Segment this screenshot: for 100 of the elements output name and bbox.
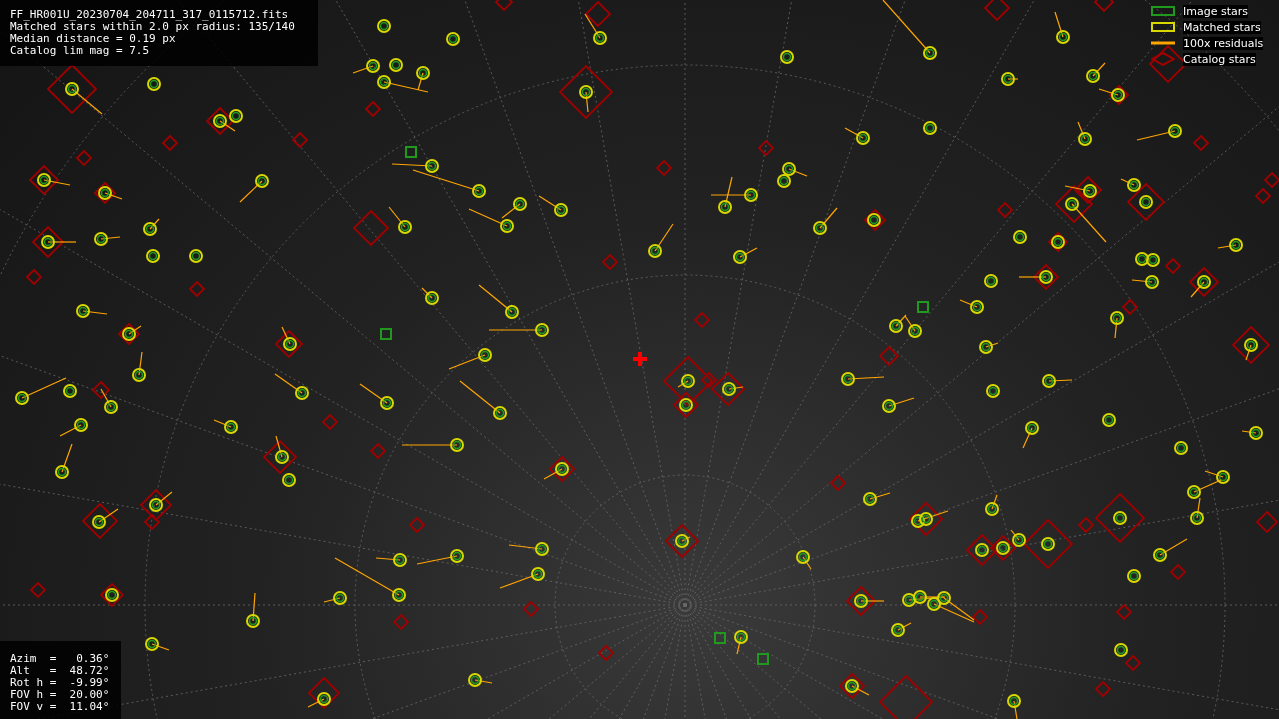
pointing-text: Alt = 48.72° — [10, 665, 111, 677]
matched-star-marker — [1139, 195, 1153, 209]
matched-star-marker — [780, 50, 794, 64]
matched-star-marker — [733, 247, 758, 264]
matched-star-marker — [468, 673, 493, 687]
matched-star-marker — [538, 195, 568, 217]
matched-star-marker — [1114, 643, 1128, 657]
pointing-text: Rot h = -9.99° — [10, 677, 111, 689]
matched-star-marker — [1001, 72, 1019, 86]
matched-star-marker — [1022, 421, 1039, 449]
matched-star-marker — [979, 340, 999, 354]
matched-star-marker — [508, 542, 549, 556]
matched-star-marker — [986, 384, 1000, 398]
matched-star-marker — [388, 206, 412, 234]
matched-star-marker — [94, 232, 121, 246]
legend-label: Image stars — [1183, 4, 1248, 18]
matched-star-marker — [854, 594, 885, 608]
matched-star-marker — [1146, 253, 1160, 267]
matched-star-marker — [984, 274, 998, 288]
matched-star-marker — [401, 438, 464, 452]
matched-star-marker — [1135, 252, 1149, 266]
matched-star-marker — [1241, 426, 1263, 440]
pointing-text: FOV v = 11.04° — [10, 701, 111, 713]
matched-star-marker — [446, 32, 460, 46]
matched-star-marker — [891, 622, 912, 637]
matched-star-marker — [923, 121, 937, 135]
matched-star-marker — [499, 567, 545, 589]
matched-star-marker — [882, 397, 915, 413]
pointing-text: Azim = 0.36° — [10, 653, 111, 665]
matched-star-marker — [282, 473, 296, 487]
matched-star-marker — [1018, 270, 1053, 284]
matched-star-marker — [98, 186, 123, 200]
matched-star-marker — [584, 13, 607, 45]
matched-star-marker — [996, 541, 1010, 555]
matched-star-marker — [55, 443, 73, 479]
matched-star-marker — [41, 235, 77, 249]
matched-star-marker — [734, 630, 748, 655]
matched-star-marker — [1120, 178, 1141, 192]
info-text: Matched stars within 2.0 px radius: 135/140 — [10, 21, 296, 33]
matched-star-marker — [975, 543, 989, 557]
matched-star-marker — [1136, 124, 1182, 141]
matched-star-marker — [488, 323, 549, 337]
matched-star-marker — [459, 380, 507, 420]
matched-star-marker — [959, 299, 984, 314]
matched-star-marker — [985, 494, 999, 516]
matched-star-marker — [92, 508, 119, 529]
matched-star-marker — [149, 491, 173, 512]
matched-star-marker — [1153, 538, 1188, 562]
matched-star-marker — [1010, 529, 1026, 547]
matched-star-marker — [145, 637, 170, 651]
matched-star-marker — [1174, 441, 1188, 455]
matched-star-marker — [904, 315, 922, 338]
matched-star-marker — [1102, 413, 1116, 427]
matched-star-marker — [1098, 88, 1125, 102]
matched-star-marker — [377, 19, 391, 33]
matched-star-marker — [275, 435, 289, 464]
matched-star-marker — [132, 351, 146, 382]
matched-star-marker — [889, 314, 907, 333]
legend-label: Catalog stars — [1183, 52, 1256, 66]
matched-star-marker — [1054, 11, 1070, 44]
matched-star-marker — [65, 82, 103, 115]
matched-star-marker — [359, 383, 394, 410]
matched-star-marker — [281, 326, 297, 351]
matched-star-marker — [882, 0, 937, 60]
matched-star-marker — [1110, 311, 1124, 339]
matched-star-marker — [1113, 511, 1127, 525]
matched-star-marker — [648, 223, 674, 258]
matched-star-marker — [76, 304, 108, 318]
matched-star-marker — [845, 679, 870, 696]
matched-star-marker — [863, 492, 891, 506]
info-text: Catalog lim mag = 7.5 — [10, 45, 151, 57]
matched-star-marker — [100, 388, 118, 414]
matched-star-marker — [1204, 470, 1230, 484]
matched-star-marker — [448, 348, 492, 370]
matched-star-marker — [1077, 121, 1092, 146]
legend-label: 100x residuals — [1183, 36, 1264, 50]
matched-star-marker — [478, 284, 519, 319]
matched-star-marker — [543, 462, 569, 480]
matched-star-marker — [841, 372, 885, 386]
matched-star-marker — [239, 174, 269, 203]
matched-star-marker — [421, 287, 439, 305]
info-text: Median distance = 0.19 px — [10, 33, 177, 45]
matched-star-marker — [1041, 537, 1055, 551]
matched-star-marker — [796, 550, 812, 570]
matched-star-marker — [416, 549, 464, 565]
matched-star-marker — [146, 249, 160, 263]
matched-star-marker — [1131, 275, 1159, 289]
matched-star-marker — [143, 218, 160, 236]
matched-star-marker — [307, 692, 331, 708]
matched-star-marker — [679, 398, 693, 412]
matched-star-marker — [1217, 238, 1243, 252]
matched-star-marker — [579, 85, 593, 113]
matched-star-marker — [1013, 230, 1027, 244]
matched-star-marker — [274, 373, 309, 400]
matched-star-marker — [246, 592, 260, 628]
matched-star-marker — [213, 419, 238, 434]
matched-star-marker — [59, 418, 88, 437]
matched-star-marker — [844, 127, 870, 145]
matched-star-marker — [1190, 275, 1211, 298]
matched-star-marker — [1244, 338, 1258, 361]
